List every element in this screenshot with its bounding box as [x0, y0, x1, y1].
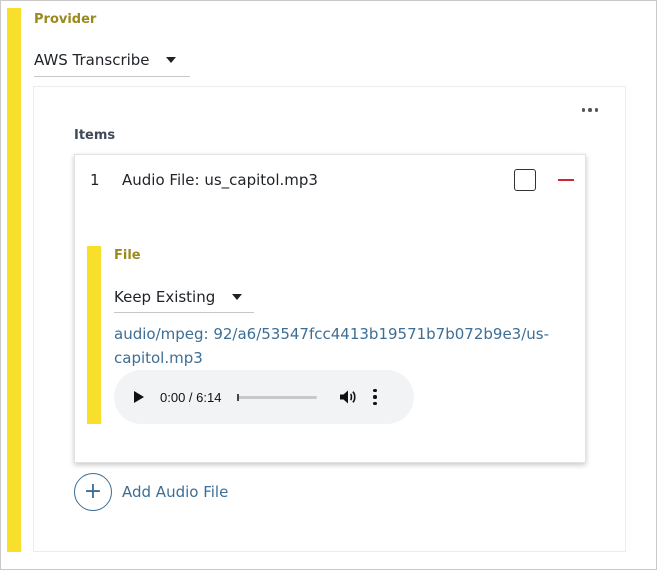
file-label: File	[114, 248, 141, 263]
file-accent-bar	[87, 246, 101, 424]
file-link[interactable]: audio/mpeg: 92/a6/53547fcc4413b19571b7b0…	[114, 322, 554, 370]
plus-circle-icon: +	[74, 473, 112, 511]
audio-seek-bar[interactable]	[237, 393, 318, 401]
file-mode-select[interactable]: Keep Existing	[114, 281, 254, 313]
play-icon[interactable]	[134, 391, 144, 403]
item-number: 1	[90, 171, 100, 189]
minus-icon	[558, 179, 574, 181]
more-vertical-icon[interactable]	[373, 388, 377, 406]
provider-select-value: AWS Transcribe	[34, 51, 150, 69]
kebab-menu-icon[interactable]	[580, 100, 600, 120]
remove-item-button[interactable]	[558, 173, 574, 187]
file-mode-select-value: Keep Existing	[114, 287, 216, 306]
provider-accent-bar	[7, 8, 21, 552]
audio-time: 0:00 / 6:14	[160, 389, 222, 405]
item-title: Audio File: us_capitol.mp3	[122, 171, 318, 189]
add-audio-file-label: Add Audio File	[122, 483, 229, 501]
caret-down-icon	[166, 57, 176, 63]
add-audio-file-button[interactable]: + Add Audio File	[74, 473, 228, 511]
provider-label: Provider	[34, 12, 97, 27]
audio-player: 0:00 / 6:14	[114, 370, 414, 424]
item-select-checkbox[interactable]	[514, 169, 536, 191]
caret-down-icon	[232, 293, 242, 300]
provider-select[interactable]: AWS Transcribe	[34, 44, 190, 77]
items-label: Items	[74, 128, 116, 143]
volume-icon[interactable]	[339, 389, 357, 405]
